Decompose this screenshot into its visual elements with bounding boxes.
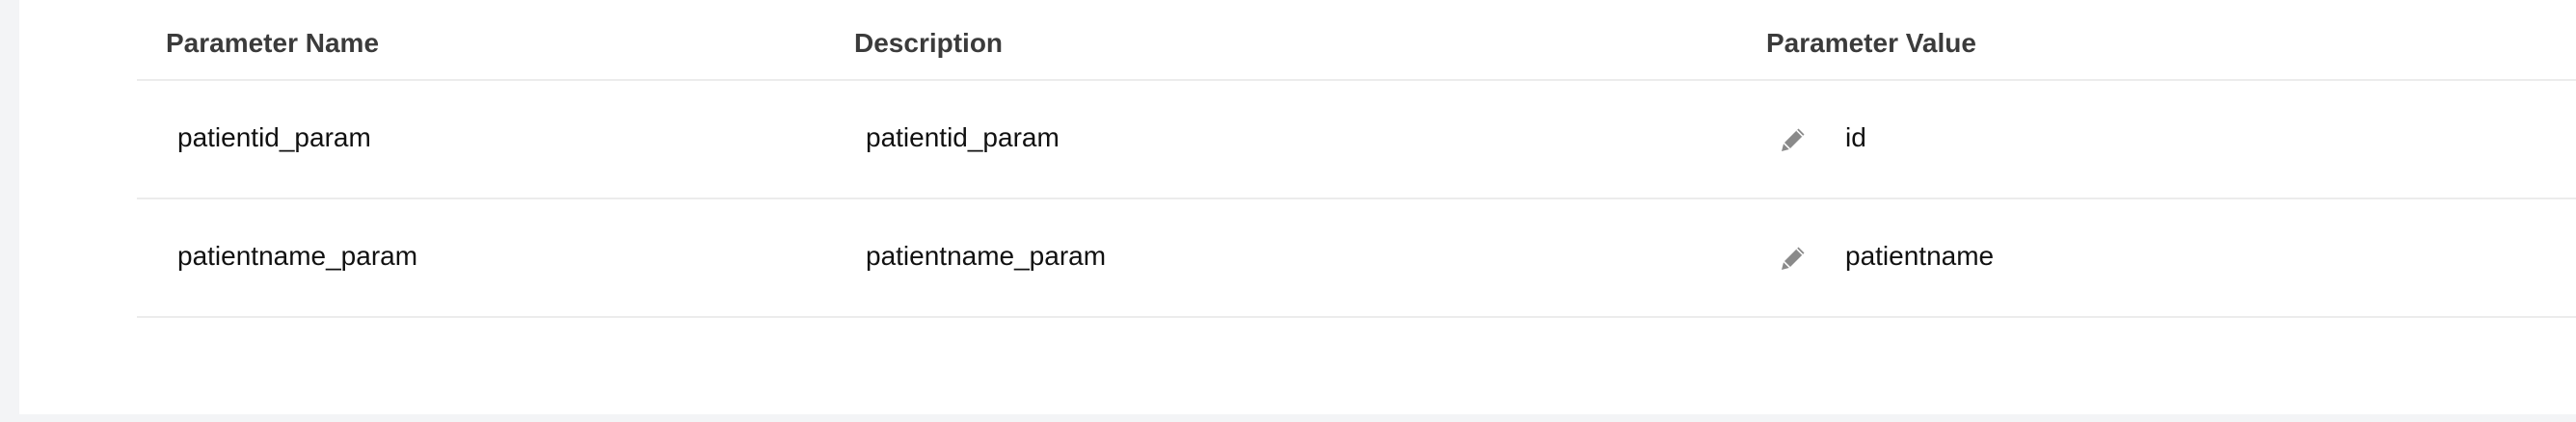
column-header-description: Description [854,28,1004,58]
parameters-panel: Parameter Name Description Parameter Val… [19,0,2576,414]
column-header-parameter-name: Parameter Name [166,28,380,58]
table-row: patientname_param patientname_param pati… [137,199,2576,318]
table-row: patientid_param patientid_param id [137,81,2576,199]
pencil-icon[interactable] [1778,243,1809,274]
pencil-icon[interactable] [1778,124,1809,155]
parameter-name-cell: patientid_param [177,122,371,152]
parameter-value-cell: patientname [1845,241,1995,271]
description-cell: patientname_param [866,241,1107,271]
parameters-table: Parameter Name Description Parameter Val… [137,0,2576,318]
table-header-row: Parameter Name Description Parameter Val… [137,0,2576,81]
parameter-name-cell: patientname_param [177,241,418,271]
description-cell: patientid_param [866,122,1060,152]
parameter-value-cell: id [1845,122,1866,152]
column-header-parameter-value: Parameter Value [1766,28,1976,58]
